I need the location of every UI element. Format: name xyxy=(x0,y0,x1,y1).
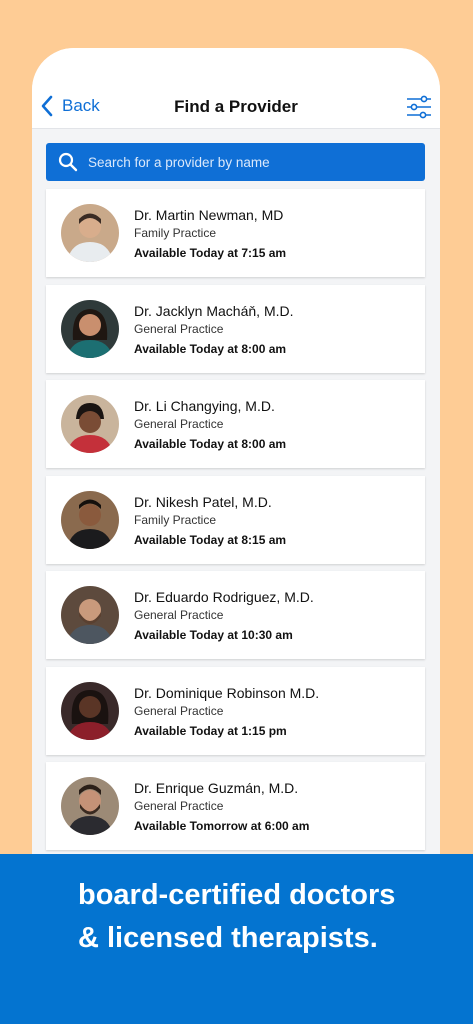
provider-availability: Available Today at 1:15 pm xyxy=(134,723,287,738)
provider-name: Dr. Martin Newman, MD xyxy=(134,207,284,223)
navigation-bar: Back Find a Provider xyxy=(32,48,440,129)
provider-name: Dr. Eduardo Rodriguez, M.D. xyxy=(134,589,314,605)
provider-specialty: General Practice xyxy=(134,703,224,718)
provider-list: Dr. Martin Newman, MD Family Practice Av… xyxy=(46,189,425,858)
provider-specialty: General Practice xyxy=(134,321,224,336)
avatar xyxy=(61,204,119,262)
promo-banner: board-certified doctors & licensed thera… xyxy=(0,854,473,1024)
provider-name: Dr. Li Changying, M.D. xyxy=(134,398,275,414)
phone-frame: Back Find a Provider Search for a provid… xyxy=(32,48,440,908)
provider-specialty: General Practice xyxy=(134,608,224,622)
provider-card[interactable]: Dr. Jacklyn Macháň, M.D. General Practic… xyxy=(46,284,425,373)
provider-availability: Available Today at 7:15 am xyxy=(134,246,287,260)
banner-line-1: board-certified doctors xyxy=(78,879,396,911)
avatar xyxy=(61,586,119,644)
avatar xyxy=(61,395,119,453)
search-icon xyxy=(58,152,78,172)
provider-availability: Available Today at 8:00 am xyxy=(134,437,287,451)
search-input[interactable]: Search for a provider by name xyxy=(46,143,425,181)
provider-specialty: General Practice xyxy=(134,799,224,813)
provider-specialty: Family Practice xyxy=(134,512,217,527)
provider-name: Dr. Enrique Guzmán, M.D. xyxy=(134,780,299,796)
provider-card[interactable]: Dr. Eduardo Rodriguez, M.D. General Prac… xyxy=(46,571,425,659)
provider-card[interactable]: Dr. Nikesh Patel, M.D. Family Practice A… xyxy=(46,475,425,564)
provider-availability: Available Today at 10:30 am xyxy=(134,628,293,642)
provider-availability: Available Today at 8:15 am xyxy=(134,532,287,547)
page-title: Find a Provider xyxy=(174,97,298,116)
provider-name: Dr. Jacklyn Macháň, M.D. xyxy=(134,302,294,319)
provider-availability: Available Today at 8:00 am xyxy=(134,341,287,356)
provider-name: Dr. Nikesh Patel, M.D. xyxy=(134,493,272,510)
banner-line-2: & licensed therapists. xyxy=(78,922,378,954)
provider-card[interactable]: Dr. Martin Newman, MD Family Practice Av… xyxy=(46,189,425,277)
provider-card[interactable]: Dr. Enrique Guzmán, M.D. General Practic… xyxy=(46,762,425,850)
banner-text: board-certified doctors & licensed thera… xyxy=(78,874,395,960)
sliders-icon[interactable] xyxy=(406,95,432,119)
search-placeholder: Search for a provider by name xyxy=(88,154,270,170)
avatar xyxy=(61,681,119,740)
provider-specialty: Family Practice xyxy=(134,226,217,240)
provider-card[interactable]: Dr. Li Changying, M.D. General Practice … xyxy=(46,380,425,468)
provider-availability: Available Tomorrow at 6:00 am xyxy=(134,819,310,833)
provider-card[interactable]: Dr. Dominique Robinson M.D. General Prac… xyxy=(46,666,425,755)
provider-specialty: General Practice xyxy=(134,417,224,431)
avatar xyxy=(61,490,119,549)
avatar xyxy=(61,299,119,358)
avatar xyxy=(61,777,119,835)
provider-name: Dr. Dominique Robinson M.D. xyxy=(134,684,320,701)
